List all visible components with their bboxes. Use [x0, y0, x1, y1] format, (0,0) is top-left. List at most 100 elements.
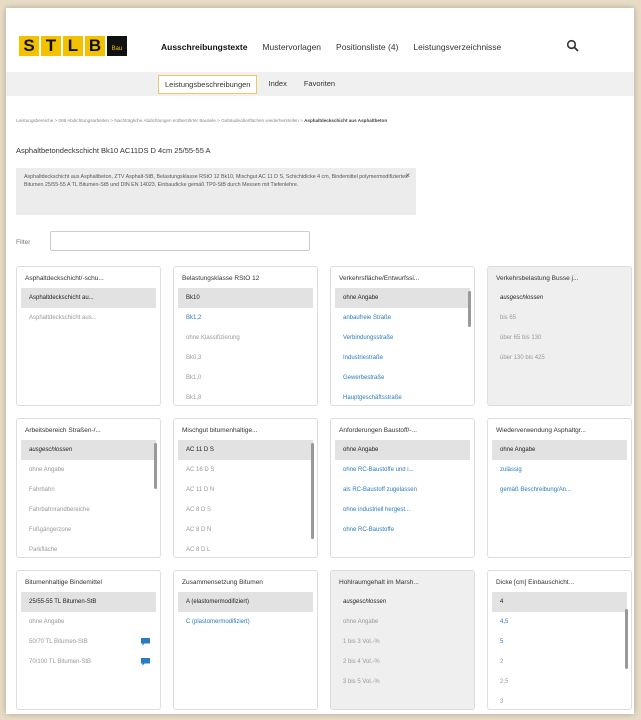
option-item[interactable]: als RC-Baustoff zugelassen	[335, 480, 470, 500]
option-item[interactable]: ohne Angabe	[335, 612, 470, 632]
option-item[interactable]: 50/70 TL Bitumen-StB	[21, 632, 156, 652]
option-item[interactable]: Verbindungsstraße	[335, 328, 470, 348]
attribute-card: Arbeitsbereich Straßen-/... ausgeschloss…	[16, 418, 161, 558]
option-item[interactable]: Industriestraße	[335, 348, 470, 368]
option-item[interactable]: 1 bis 3 Vol.-%	[335, 632, 470, 652]
option-item[interactable]: 2,5	[492, 672, 627, 692]
card-title: Dicke [cm] Einbauschicht...	[496, 579, 575, 586]
option-item[interactable]: 70/100 TL Bitumen-StB	[21, 652, 156, 672]
option-item[interactable]: bis 65	[492, 308, 627, 328]
option-item[interactable]: ausgeschlossen	[335, 592, 470, 612]
scrollbar[interactable]	[154, 443, 157, 489]
option-item[interactable]: Bk1,2	[178, 308, 313, 328]
attribute-card: Mischgut bitumenhaltige... AC 11 D S AC …	[173, 418, 318, 558]
chat-icon[interactable]	[141, 638, 150, 646]
option-item[interactable]: Parkfläche	[21, 540, 156, 557]
option-item[interactable]: über 130 bis 425	[492, 348, 627, 368]
option-item[interactable]: ohne Angabe	[492, 440, 627, 460]
option-item[interactable]: 4,5	[492, 612, 627, 632]
option-item[interactable]: Fahrbahn	[21, 480, 156, 500]
option-item[interactable]: Bk10	[178, 288, 313, 308]
scrollbar[interactable]	[625, 609, 628, 669]
attribute-card: Zusammensetzung Bitumen A (elastomermodi…	[173, 570, 318, 710]
attribute-grid: Asphaltdeckschicht/-schu... Asphaltdecks…	[16, 266, 632, 710]
option-item[interactable]: Bk1,8	[178, 388, 313, 405]
option-item[interactable]: ausgeschlossen	[492, 288, 627, 308]
scrollbar[interactable]	[311, 443, 314, 539]
option-item[interactable]: Hauptgeschäftsstraße	[335, 388, 470, 405]
option-item[interactable]: über 65 bis 130	[492, 328, 627, 348]
breadcrumb-path[interactable]: Leistungsbereiche > 068 Abdichtungsarbei…	[16, 118, 304, 123]
option-item[interactable]: ohne Angabe	[335, 288, 470, 308]
attribute-card: Verkehrsfläche/Entwurfssi... ohne Angabe…	[330, 266, 475, 406]
option-item[interactable]: 2	[492, 652, 627, 672]
attribute-card: Asphaltdeckschicht/-schu... Asphaltdecks…	[16, 266, 161, 406]
card-title: Anforderungen Baustoff/-...	[339, 427, 417, 434]
card-title: Arbeitsbereich Straßen-/...	[25, 427, 101, 434]
logo-letter: B	[85, 36, 105, 56]
option-item[interactable]: AC 11 D N	[178, 480, 313, 500]
option-item[interactable]: ohne Angabe	[335, 440, 470, 460]
attribute-card: Bitumenhaltige Bindemittel 25/55-55 TL B…	[16, 570, 161, 710]
option-item[interactable]: ohne RC-Baustoffe und i...	[335, 460, 470, 480]
chat-icon[interactable]	[141, 658, 150, 666]
breadcrumb-current: Asphaltdeckschicht aus Asphaltbeton	[304, 118, 388, 123]
option-item[interactable]: Bk0,3	[178, 348, 313, 368]
option-item[interactable]: ohne Klassifizierung	[178, 328, 313, 348]
option-item[interactable]: C (plastomermodifiziert)	[178, 612, 313, 632]
attribute-card: Wiederverwendung Asphaltgr... ohne Angab…	[487, 418, 632, 558]
option-item[interactable]: AC 8 D N	[178, 520, 313, 540]
option-item[interactable]: ohne Angabe	[21, 460, 156, 480]
page-title: Asphaltbetondeckschicht Bk10 AC11DS D 4c…	[16, 146, 211, 155]
card-title: Mischgut bitumenhaltige...	[182, 427, 258, 434]
tab-favoriten[interactable]: Favoriten	[298, 75, 341, 94]
option-item[interactable]: ohne Angabe	[21, 612, 156, 632]
option-item[interactable]: 3 bis 5 Vol.-%	[335, 672, 470, 692]
nav-positionsliste[interactable]: Positionsliste (4)	[336, 42, 398, 52]
option-item[interactable]: zulässig	[492, 460, 627, 480]
scrollbar[interactable]	[468, 291, 471, 327]
option-item[interactable]: ausgeschlossen	[21, 440, 156, 460]
nav-ausschreibungstexte[interactable]: Ausschreibungstexte	[161, 42, 247, 52]
option-item[interactable]: AC 11 D S	[178, 440, 313, 460]
option-item[interactable]: 2 bis 4 Vol.-%	[335, 652, 470, 672]
option-item[interactable]: A (elastomermodifiziert)	[178, 592, 313, 612]
logo-sub: Bau	[107, 36, 127, 56]
option-item[interactable]: Gewerbestraße	[335, 368, 470, 388]
option-item[interactable]: ohne RC-Baustoffe	[335, 520, 470, 540]
logo-letter: L	[63, 36, 83, 56]
option-label: 50/70 TL Bitumen-StB	[29, 639, 88, 645]
option-item[interactable]: Fußgängerzone	[21, 520, 156, 540]
filter-input[interactable]	[50, 231, 310, 251]
option-item[interactable]: Asphaltdeckschicht au...	[21, 288, 156, 308]
option-item[interactable]: AC 8 D S	[178, 500, 313, 520]
close-icon[interactable]: ×	[405, 172, 410, 180]
option-item[interactable]: 25/55-55 TL Bitumen-StB	[21, 592, 156, 612]
option-item[interactable]: Fahrbahnrandbereiche	[21, 500, 156, 520]
option-item[interactable]: AC 8 D L	[178, 540, 313, 557]
app-window: S T L B Bau Ausschreibungstexte Mustervo…	[6, 8, 634, 714]
nav-leistungsverzeichnisse[interactable]: Leistungsverzeichnisse	[413, 42, 501, 52]
nav-mustervorlagen[interactable]: Mustervorlagen	[262, 42, 321, 52]
logo[interactable]: S T L B Bau	[19, 36, 127, 56]
logo-letter: T	[41, 36, 61, 56]
filter-label: Filter	[16, 239, 31, 246]
option-item[interactable]: gemäß Beschreibung/An...	[492, 480, 627, 500]
description-text: Asphaltdeckschicht aus Asphaltbeton, ZTV…	[24, 174, 408, 188]
option-item[interactable]: 4	[492, 592, 627, 612]
logo-letter: S	[19, 36, 39, 56]
card-title: Verkehrsbelastung Busse j...	[496, 275, 579, 282]
tab-leistungsbeschreibungen[interactable]: Leistungsbeschreibungen	[158, 75, 258, 94]
option-item[interactable]: anbaufreie Straße	[335, 308, 470, 328]
option-item[interactable]: ohne industriell hergest...	[335, 500, 470, 520]
tab-index[interactable]: Index	[262, 75, 292, 94]
card-title: Hohlraumgehalt im Marsh...	[339, 579, 419, 586]
option-item[interactable]: Asphaltdeckschicht aus...	[21, 308, 156, 328]
option-item[interactable]: Bk1,0	[178, 368, 313, 388]
search-icon[interactable]	[566, 39, 580, 53]
option-item[interactable]: 3	[492, 692, 627, 709]
card-title: Bitumenhaltige Bindemittel	[25, 579, 102, 586]
card-title: Zusammensetzung Bitumen	[182, 579, 263, 586]
option-item[interactable]: AC 16 D S	[178, 460, 313, 480]
option-item[interactable]: 5	[492, 632, 627, 652]
